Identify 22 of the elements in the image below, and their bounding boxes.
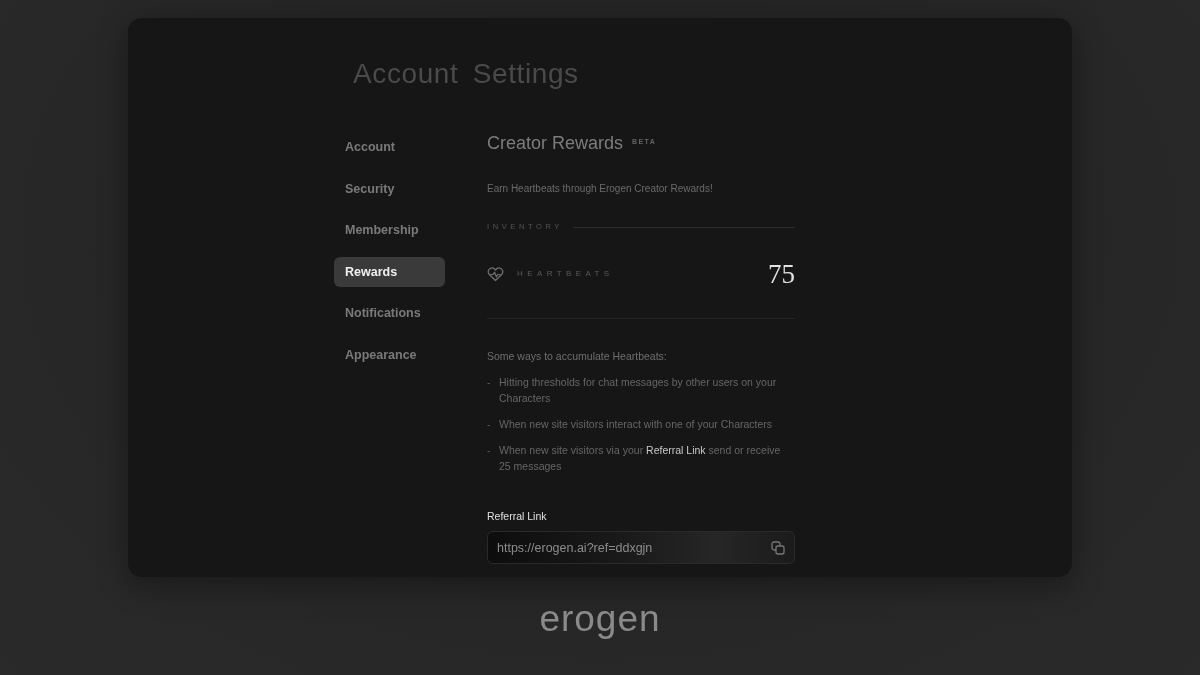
sidebar-item[interactable]: Rewards xyxy=(334,256,445,287)
list-item-text: When new site visitors via your Referral Link send or receive 25 messages xyxy=(499,443,782,474)
sidebar-item[interactable]: Security xyxy=(334,173,445,204)
sidebar-item[interactable]: Account xyxy=(334,132,445,162)
copy-icon[interactable] xyxy=(771,541,785,555)
sidebar-item[interactable]: Appearance xyxy=(334,339,445,370)
sidebar-item[interactable]: Membership xyxy=(334,215,445,246)
referral-link-field[interactable]: https://erogen.ai?ref=ddxgjn xyxy=(487,531,795,564)
section-title: Creator Rewards xyxy=(487,132,624,154)
section-description: Earn Heartbeats through Erogen Creator Rewards! xyxy=(487,182,714,196)
list-item-text: When new site visitors interact with one of your Characters xyxy=(499,417,774,432)
list-item-text: Hitting thresholds for chat messages by other users on your Characters xyxy=(499,375,778,406)
list-dash: - xyxy=(487,443,492,458)
list-dash: - xyxy=(487,375,492,390)
logo-wordmark: erogen xyxy=(539,597,661,641)
ways-intro: Some ways to accumulate Heartbeats: xyxy=(487,349,668,364)
heartbeats-count: 75 xyxy=(768,258,795,290)
heart-pulse-icon xyxy=(487,266,504,282)
list-dash: - xyxy=(487,417,492,432)
referral-link-label: Referral Link xyxy=(487,509,548,523)
sidebar-item[interactable]: Notifications xyxy=(334,298,445,329)
heartbeats-label: HEARTBEATS xyxy=(517,269,614,279)
